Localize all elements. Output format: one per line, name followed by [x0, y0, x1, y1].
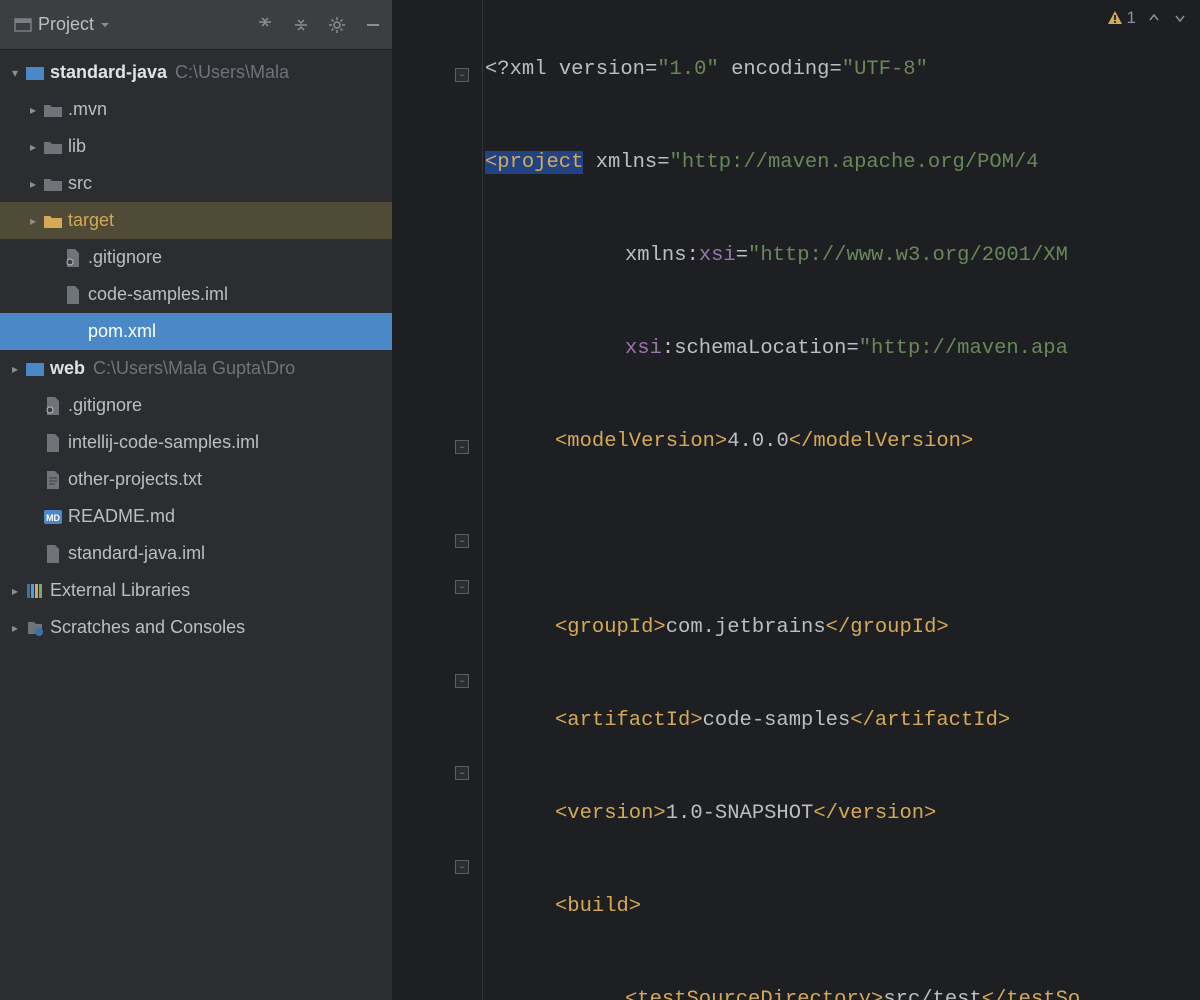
chevron-right-icon: ▸: [6, 621, 24, 635]
tree-node-file[interactable]: .gitignore: [0, 387, 392, 424]
file-icon: [62, 286, 84, 304]
chevron-right-icon: ▸: [6, 362, 24, 376]
warning-badge[interactable]: 1: [1107, 8, 1136, 28]
tree-node-scratches[interactable]: ▸ Scratches and Consoles: [0, 609, 392, 646]
editor-inspection-widget[interactable]: 1: [1107, 8, 1188, 28]
fold-marker-icon[interactable]: −: [455, 534, 469, 548]
warning-count: 1: [1127, 8, 1136, 28]
libraries-icon: [24, 582, 46, 600]
tree-node-file[interactable]: standard-java.iml: [0, 535, 392, 572]
project-icon: [14, 16, 32, 34]
fold-marker-icon[interactable]: −: [455, 860, 469, 874]
project-toolbar: Project: [0, 0, 392, 50]
markdown-icon: MD: [42, 510, 64, 524]
tree-node-folder[interactable]: ▸ .mvn: [0, 91, 392, 128]
tree-node-file[interactable]: code-samples.iml: [0, 276, 392, 313]
project-tree[interactable]: ▾ standard-java C:\Users\Mala ▸ .mvn ▸ l…: [0, 50, 392, 1000]
file-icon: [42, 434, 64, 452]
module-icon: [24, 65, 46, 81]
maven-icon: m: [62, 324, 84, 340]
project-view-selector[interactable]: Project: [8, 10, 116, 39]
tree-node-module[interactable]: ▸ web C:\Users\Mala Gupta\Dro: [0, 350, 392, 387]
code-content[interactable]: <?xml version="1.0" encoding="UTF-8" <pr…: [483, 0, 1143, 1000]
tree-node-file[interactable]: other-projects.txt: [0, 461, 392, 498]
fold-marker-icon[interactable]: −: [455, 440, 469, 454]
tree-node-target-folder[interactable]: ▸ target: [0, 202, 392, 239]
settings-button[interactable]: [326, 14, 348, 36]
folder-icon: [42, 176, 64, 192]
chevron-right-icon: ▸: [6, 584, 24, 598]
fold-marker-icon[interactable]: −: [455, 766, 469, 780]
tree-node-folder[interactable]: ▸ lib: [0, 128, 392, 165]
svg-text:MD: MD: [46, 513, 60, 523]
file-icon: [42, 545, 64, 563]
scratches-icon: [24, 619, 46, 637]
tree-node-external-libraries[interactable]: ▸ External Libraries: [0, 572, 392, 609]
tree-node-pom[interactable]: m pom.xml: [0, 313, 392, 350]
chevron-right-icon: ▸: [24, 177, 42, 191]
tree-node-file[interactable]: .gitignore: [0, 239, 392, 276]
text-file-icon: [42, 471, 64, 489]
hide-button[interactable]: [362, 14, 384, 36]
project-view-label: Project: [38, 14, 94, 35]
code-editor[interactable]: − − − − − − − <?xml version="1.0" encodi…: [393, 0, 1200, 1000]
prev-highlight-button[interactable]: [1146, 10, 1162, 26]
module-icon: [24, 361, 46, 377]
fold-marker-icon[interactable]: −: [455, 68, 469, 82]
folder-icon: [42, 102, 64, 118]
fold-marker-icon[interactable]: −: [455, 580, 469, 594]
project-tool-window: Project ▾ standard-java C:\Users\: [0, 0, 393, 1000]
tree-node-file[interactable]: intellij-code-samples.iml: [0, 424, 392, 461]
dropdown-triangle-icon: [100, 20, 110, 30]
expand-all-button[interactable]: [254, 14, 276, 36]
fold-marker-icon[interactable]: −: [455, 674, 469, 688]
tree-node-module[interactable]: ▾ standard-java C:\Users\Mala: [0, 54, 392, 91]
file-icon: [42, 397, 64, 415]
tree-node-folder[interactable]: ▸ src: [0, 165, 392, 202]
collapse-all-button[interactable]: [290, 14, 312, 36]
next-highlight-button[interactable]: [1172, 10, 1188, 26]
tree-node-file[interactable]: MD README.md: [0, 498, 392, 535]
chevron-right-icon: ▸: [24, 214, 42, 228]
chevron-right-icon: ▸: [24, 140, 42, 154]
chevron-down-icon: ▾: [6, 66, 24, 80]
file-icon: [62, 249, 84, 267]
chevron-right-icon: ▸: [24, 103, 42, 117]
folder-target-icon: [42, 213, 64, 229]
svg-text:m: m: [64, 324, 76, 340]
editor-gutter[interactable]: − − − − − − −: [393, 0, 483, 1000]
folder-icon: [42, 139, 64, 155]
warning-icon: [1107, 10, 1123, 26]
